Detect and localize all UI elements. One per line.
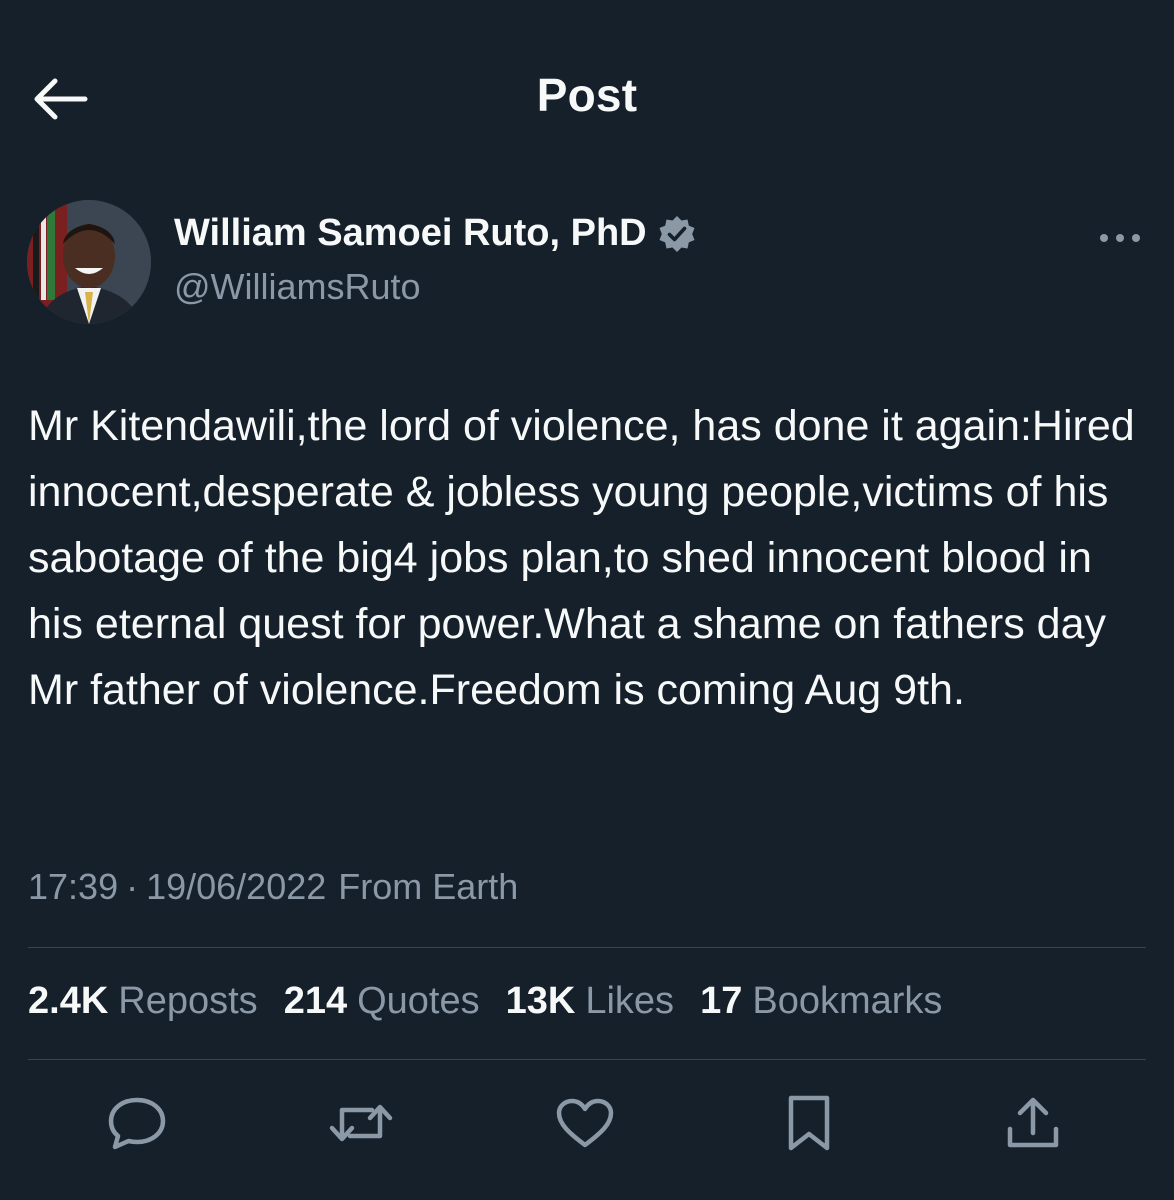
reply-icon [108, 1097, 166, 1150]
share-button[interactable] [998, 1092, 1068, 1154]
reposts-label: Reposts [118, 980, 258, 1022]
reposts-stat[interactable]: 2.4K Reposts [28, 980, 258, 1023]
avatar[interactable] [27, 200, 151, 324]
post-source: From Earth [338, 866, 519, 907]
author-name-row: William Samoei Ruto, PhD [174, 212, 697, 255]
bookmarks-count: 17 [700, 980, 743, 1022]
likes-label: Likes [585, 980, 675, 1022]
like-button[interactable] [550, 1092, 620, 1154]
avatar-portrait-image [27, 200, 151, 324]
quotes-label: Quotes [357, 980, 480, 1022]
repost-icon [329, 1104, 393, 1142]
engagement-stats: 2.4K Reposts 214 Quotes 13K Likes 17 Boo… [28, 980, 968, 1023]
bookmarks-stat[interactable]: 17 Bookmarks [700, 980, 942, 1023]
divider [28, 1059, 1146, 1060]
more-dots-icon [1100, 234, 1140, 242]
quotes-count: 214 [283, 980, 348, 1022]
bookmark-icon [788, 1095, 830, 1151]
post-text: Mr Kitendawili,the lord of violence, has… [28, 402, 1135, 714]
post-date[interactable]: 19/06/2022 [146, 866, 326, 908]
likes-stat[interactable]: 13K Likes [506, 980, 674, 1023]
author-handle[interactable]: @WilliamsRuto [174, 266, 421, 308]
like-icon [556, 1098, 614, 1148]
divider [28, 947, 1146, 948]
more-options-button[interactable] [1092, 218, 1148, 258]
likes-count: 13K [505, 980, 576, 1022]
post-time[interactable]: 17:39 [28, 866, 118, 908]
bookmark-button[interactable] [774, 1092, 844, 1154]
page-title: Post [536, 69, 638, 121]
repost-button[interactable] [326, 1092, 396, 1154]
post-meta: 17:39 · 19/06/2022 From Earth [28, 866, 518, 908]
share-icon [1007, 1097, 1059, 1148]
reposts-count: 2.4K [28, 980, 109, 1022]
bookmarks-label: Bookmarks [752, 980, 943, 1022]
reply-button[interactable] [102, 1092, 172, 1154]
meta-separator: · [126, 866, 139, 907]
author-name[interactable]: William Samoei Ruto, PhD [174, 212, 647, 255]
quotes-stat[interactable]: 214 Quotes [284, 980, 480, 1023]
verified-badge-icon [657, 214, 697, 254]
